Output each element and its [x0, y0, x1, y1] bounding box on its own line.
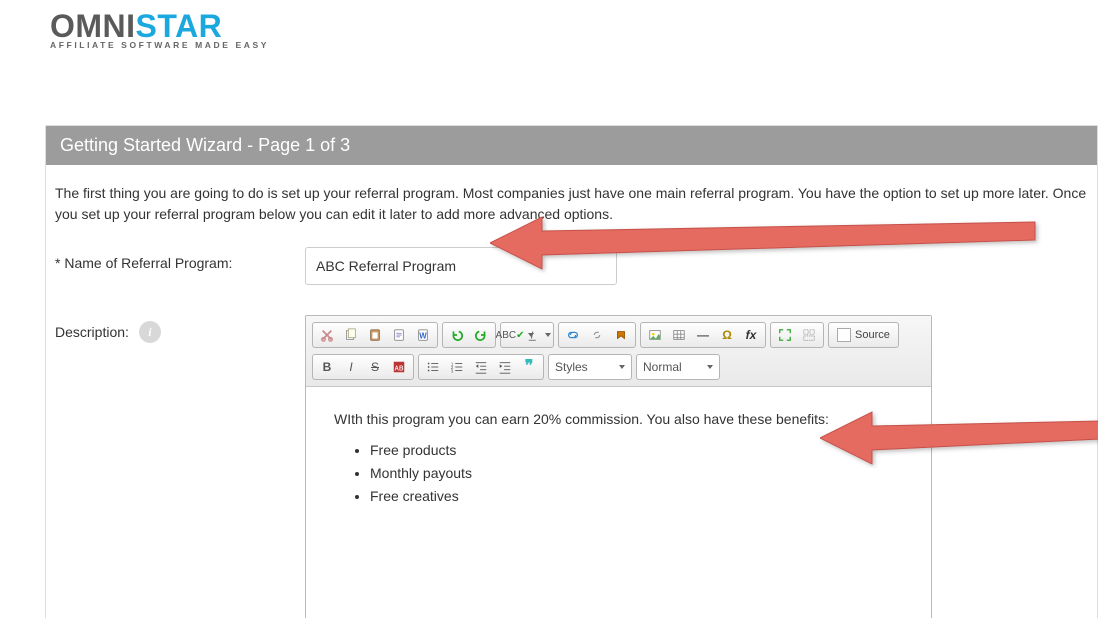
- editor-bullet-3: Free creatives: [370, 486, 903, 507]
- wizard-intro-text: The first thing you are going to do is s…: [55, 183, 1088, 225]
- logo-omni-text: OMNI: [50, 8, 136, 44]
- copy-icon[interactable]: [339, 324, 363, 346]
- source-icon: [837, 328, 851, 342]
- referral-name-input[interactable]: [305, 247, 617, 285]
- remove-formatting-button[interactable]: ᴀʙ: [387, 356, 411, 378]
- wizard-panel: Getting Started Wizard - Page 1 of 3 The…: [45, 125, 1098, 618]
- name-row: * Name of Referral Program:: [55, 247, 1088, 285]
- numbered-list-button[interactable]: 123: [445, 356, 469, 378]
- blockquote-button[interactable]: ❞: [517, 356, 541, 378]
- hr-icon[interactable]: —: [691, 324, 715, 346]
- editor-content[interactable]: WIth this program you can earn 20% commi…: [306, 387, 931, 618]
- logo: OMNISTAR AFFILIATE SOFTWARE MADE EASY: [50, 10, 269, 50]
- svg-text:ᴀʙ: ᴀʙ: [395, 363, 404, 373]
- anchor-icon[interactable]: [609, 324, 633, 346]
- source-label: Source: [855, 327, 890, 344]
- svg-text:3: 3: [451, 368, 454, 373]
- link-icon[interactable]: [561, 324, 585, 346]
- spellcheck-icon[interactable]: ABC✔: [503, 324, 527, 346]
- outdent-button[interactable]: [469, 356, 493, 378]
- indent-button[interactable]: [493, 356, 517, 378]
- table-icon[interactable]: [667, 324, 691, 346]
- svg-text:I: I: [531, 330, 534, 342]
- strike-button[interactable]: S: [363, 356, 387, 378]
- italic-button[interactable]: I: [339, 356, 363, 378]
- toolbar-row-1: W ABC✔ I: [312, 322, 925, 348]
- styles-combo[interactable]: Styles: [548, 354, 632, 380]
- wizard-title: Getting Started Wizard - Page 1 of 3: [46, 126, 1097, 165]
- unlink-icon[interactable]: [585, 324, 609, 346]
- logo-star-text: STAR: [136, 8, 223, 44]
- toolbar-row-2: B I S ᴀʙ 123 ❞: [312, 354, 925, 380]
- info-icon[interactable]: i: [139, 321, 161, 343]
- rich-text-editor: W ABC✔ I: [305, 315, 932, 618]
- editor-bullet-2: Monthly payouts: [370, 463, 903, 484]
- description-label: Description: i: [55, 315, 305, 343]
- remove-format-icon[interactable]: I: [527, 324, 551, 346]
- editor-text-intro: WIth this program you can earn 20% commi…: [334, 409, 903, 430]
- redo-icon[interactable]: [469, 324, 493, 346]
- bold-button[interactable]: B: [315, 356, 339, 378]
- maximize-icon[interactable]: [773, 324, 797, 346]
- bulleted-list-button[interactable]: [421, 356, 445, 378]
- description-label-text: Description:: [55, 322, 129, 343]
- paste-word-icon[interactable]: W: [411, 324, 435, 346]
- description-row: Description: i W: [55, 315, 1088, 618]
- cut-icon[interactable]: [315, 324, 339, 346]
- editor-toolbar: W ABC✔ I: [306, 316, 931, 387]
- format-combo[interactable]: Normal: [636, 354, 720, 380]
- equation-icon[interactable]: fx: [739, 324, 763, 346]
- svg-text:W: W: [419, 332, 427, 341]
- editor-bullet-list: Free products Monthly payouts Free creat…: [370, 440, 903, 507]
- paste-text-icon[interactable]: [387, 324, 411, 346]
- editor-bullet-1: Free products: [370, 440, 903, 461]
- logo-tagline: AFFILIATE SOFTWARE MADE EASY: [50, 40, 269, 50]
- source-button[interactable]: Source: [828, 322, 899, 348]
- undo-icon[interactable]: [445, 324, 469, 346]
- image-icon[interactable]: [643, 324, 667, 346]
- paste-icon[interactable]: [363, 324, 387, 346]
- specialchar-icon[interactable]: Ω: [715, 324, 739, 346]
- name-label: * Name of Referral Program:: [55, 247, 305, 274]
- showblocks-icon[interactable]: [797, 324, 821, 346]
